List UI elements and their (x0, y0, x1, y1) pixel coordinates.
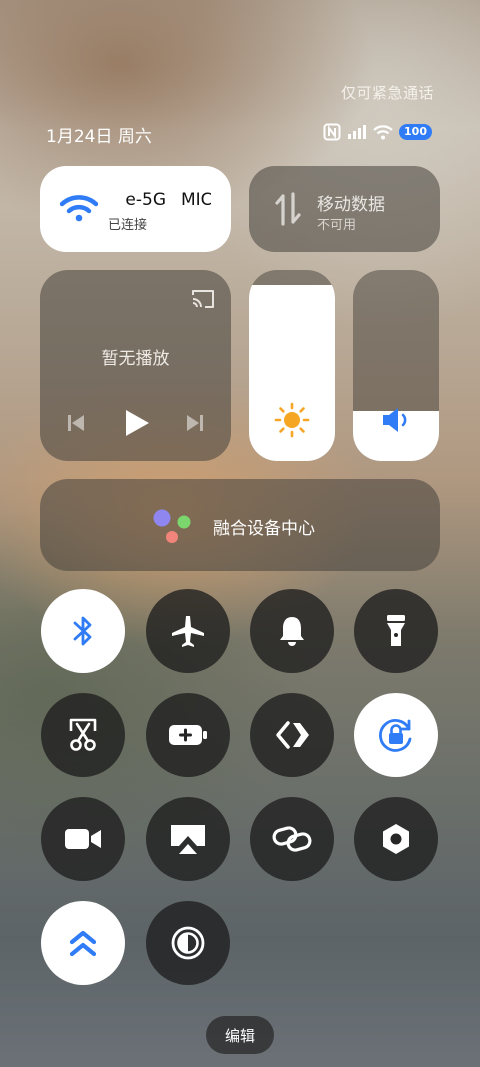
battery-plus-icon (169, 725, 207, 745)
scissors-icon (69, 718, 97, 751)
airplane-icon (172, 616, 204, 647)
nfc-icon (323, 123, 341, 141)
wifi-status: 已连接 (108, 218, 148, 233)
airplay-icon (171, 825, 205, 854)
rotation-lock-toggle[interactable] (354, 693, 438, 777)
wifi-network-name-left: e-5G (125, 190, 166, 210)
device-hub-label: 融合设备中心 (213, 519, 315, 539)
rotation-lock-icon (379, 719, 412, 752)
status-icons: 100 (323, 122, 432, 142)
speaker-icon (383, 408, 407, 432)
link-icon (272, 826, 312, 852)
previous-track-icon[interactable] (66, 413, 86, 433)
share-arrows-icon (276, 721, 309, 749)
play-icon[interactable] (123, 408, 151, 438)
cast-icon[interactable] (190, 288, 216, 310)
link-toggle[interactable] (250, 797, 334, 881)
wifi-status-icon (373, 125, 393, 140)
mobile-data-title: 移动数据 (317, 195, 385, 215)
screen-record-toggle[interactable] (41, 797, 125, 881)
signal-icon (348, 125, 367, 139)
bluetooth-icon (73, 616, 92, 646)
wifi-icon (60, 195, 98, 222)
video-camera-icon (65, 829, 101, 849)
device-hub-icon (153, 509, 191, 543)
screenshot-toggle[interactable] (41, 693, 125, 777)
double-chevron-up-icon (69, 930, 97, 957)
date-label: 1月24日 周六 (46, 127, 152, 147)
emergency-call-only-text: 仅可紧急通话 (340, 84, 434, 102)
ringer-toggle[interactable] (250, 589, 334, 673)
battery-badge: 100 (399, 124, 432, 140)
flashlight-icon (387, 615, 405, 646)
dark-mode-toggle[interactable] (146, 901, 230, 985)
edit-button[interactable]: 编辑 (206, 1016, 274, 1054)
settings-hex-toggle[interactable] (354, 797, 438, 881)
nearby-share-toggle[interactable] (250, 693, 334, 777)
cast-screen-toggle[interactable] (146, 797, 230, 881)
flashlight-toggle[interactable] (354, 589, 438, 673)
contrast-icon (171, 926, 205, 960)
volume-slider[interactable] (353, 270, 439, 461)
bell-icon (280, 617, 304, 646)
next-track-icon[interactable] (185, 413, 205, 433)
device-hub-tile[interactable]: 融合设备中心 (40, 479, 440, 571)
mobile-data-tile[interactable]: 移动数据 不可用 (249, 166, 440, 252)
airplane-mode-toggle[interactable] (146, 589, 230, 673)
sun-icon (274, 402, 310, 438)
hex-nut-icon (383, 824, 409, 854)
media-status: 暂无播放 (101, 349, 170, 369)
brightness-slider[interactable] (249, 270, 335, 461)
battery-saver-toggle[interactable] (146, 693, 230, 777)
wifi-tile[interactable]: e-5G MIC 已连接 (40, 166, 231, 252)
performance-mode-toggle[interactable] (41, 901, 125, 985)
mobile-data-status: 不可用 (317, 218, 357, 233)
bluetooth-toggle[interactable] (41, 589, 125, 673)
media-player-tile: 暂无播放 (40, 270, 231, 461)
wifi-network-name-right: MIC (181, 190, 211, 210)
mobile-data-arrows-icon (275, 192, 301, 226)
